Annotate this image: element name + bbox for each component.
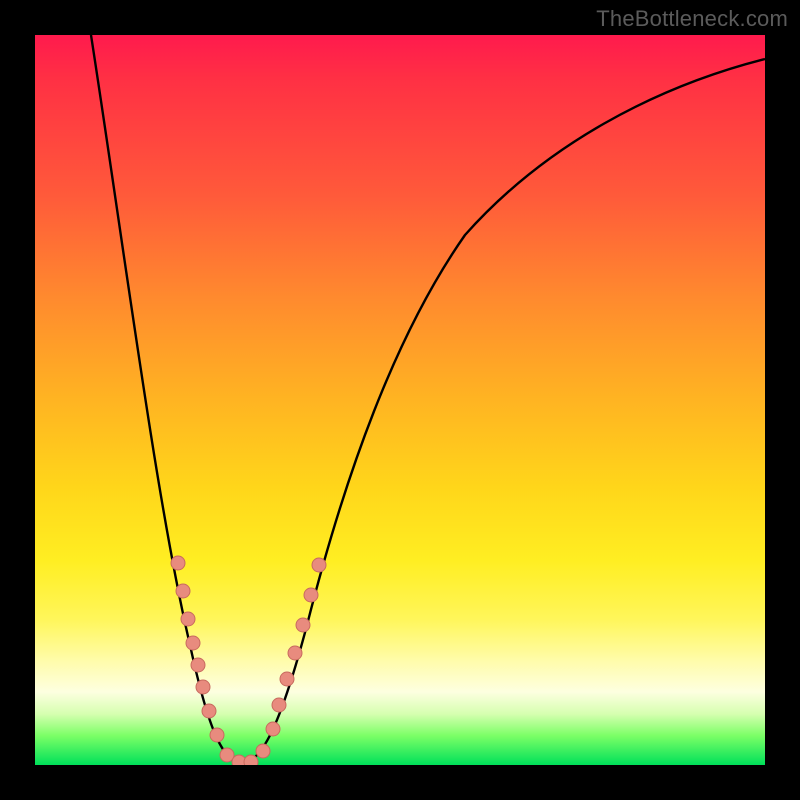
- highlight-dot: [191, 658, 205, 672]
- highlight-dot: [202, 704, 216, 718]
- watermark-text: TheBottleneck.com: [596, 6, 788, 32]
- highlight-dot: [266, 722, 280, 736]
- marker-layer: [171, 556, 326, 765]
- highlight-dot: [171, 556, 185, 570]
- highlight-dot: [196, 680, 210, 694]
- highlight-dot: [296, 618, 310, 632]
- highlight-dot: [288, 646, 302, 660]
- highlight-dot: [244, 755, 258, 765]
- highlight-dot: [312, 558, 326, 572]
- chart-frame: TheBottleneck.com: [0, 0, 800, 800]
- highlight-dot: [272, 698, 286, 712]
- highlight-dot: [181, 612, 195, 626]
- highlight-dot: [186, 636, 200, 650]
- highlight-dot: [280, 672, 294, 686]
- bottleneck-curve: [91, 35, 765, 763]
- highlight-dot: [176, 584, 190, 598]
- chart-svg: [35, 35, 765, 765]
- plot-area: [35, 35, 765, 765]
- highlight-dot: [256, 744, 270, 758]
- highlight-dot: [304, 588, 318, 602]
- highlight-dot: [210, 728, 224, 742]
